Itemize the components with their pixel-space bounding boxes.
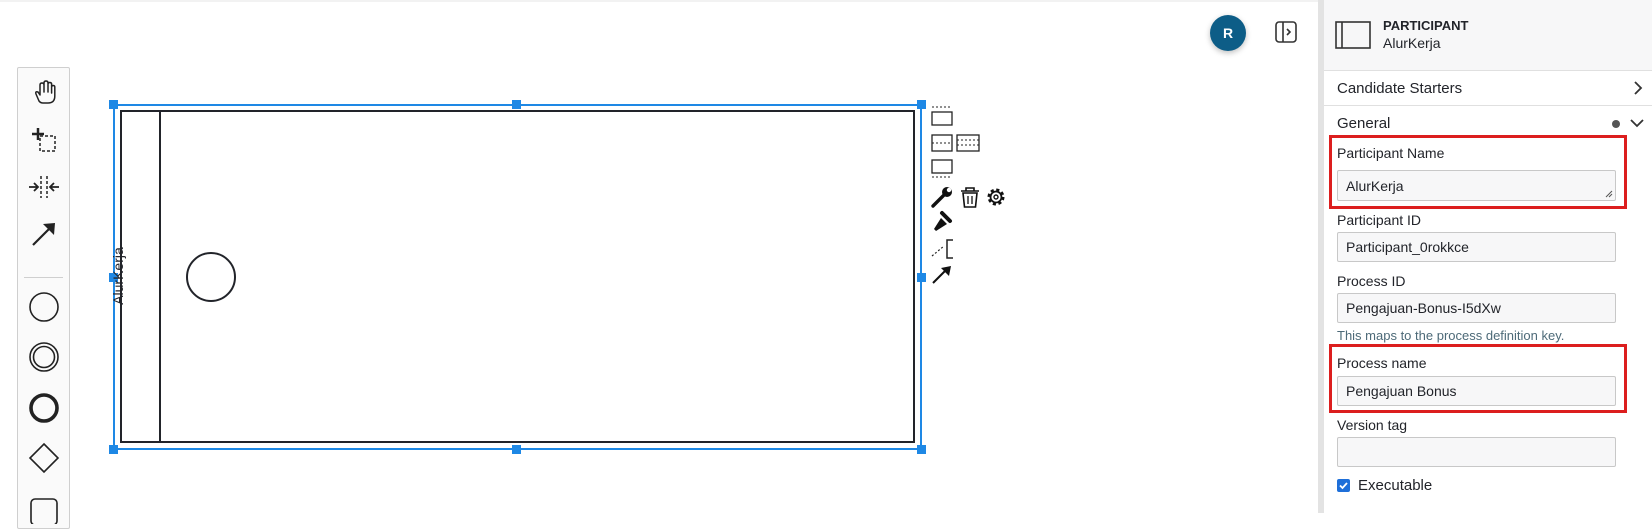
text-annotation-icon[interactable] [931, 239, 953, 259]
checkbox-checked-icon[interactable] [1337, 479, 1350, 492]
element-type-label: PARTICIPANT [1383, 18, 1469, 33]
data-marker-dot [1612, 120, 1620, 128]
executable-label: Executable [1358, 477, 1433, 494]
lane-insert-below-icon[interactable] [931, 159, 953, 178]
lane-divide-three-icon[interactable] [956, 134, 980, 152]
version-tag-input[interactable] [1337, 437, 1616, 467]
connect-arrow-icon[interactable] [932, 266, 951, 284]
participant-pool[interactable] [120, 110, 915, 443]
process-id-label: Process ID [1337, 273, 1406, 289]
participant-icon [1335, 21, 1371, 54]
resize-grip-icon[interactable] [1605, 190, 1613, 198]
participant-id-label: Participant ID [1337, 212, 1422, 228]
color-brush-icon[interactable] [934, 211, 952, 231]
lane-insert-above-icon[interactable] [931, 106, 953, 126]
process-name-input[interactable] [1337, 376, 1616, 406]
participant-id-input[interactable] [1337, 232, 1616, 262]
chevron-down-icon [1630, 116, 1644, 134]
properties-panel: PARTICIPANT AlurKerja Candidate Starters… [1324, 0, 1652, 513]
group-general[interactable]: General [1324, 106, 1652, 140]
version-tag-label: Version tag [1337, 417, 1408, 433]
chevron-right-icon [1632, 81, 1644, 100]
process-id-input[interactable] [1337, 293, 1616, 323]
element-name-label: AlurKerja [1383, 35, 1441, 51]
group-label: General [1337, 115, 1391, 132]
process-id-hint: This maps to the process definition key. [1337, 328, 1565, 343]
diagram-svg [109, 100, 1005, 454]
bpmn-canvas[interactable]: AlurKerja R [0, 0, 1318, 529]
properties-header: PARTICIPANT AlurKerja [1324, 0, 1652, 71]
executable-checkbox[interactable]: Executable [1337, 477, 1432, 494]
participant-name-textarea[interactable]: AlurKerja [1337, 170, 1616, 201]
delete-trash-icon[interactable] [961, 187, 979, 208]
lane-divide-two-icon[interactable] [931, 134, 953, 152]
process-name-label: Process name [1337, 355, 1427, 371]
panel-toggle-icon[interactable] [1274, 20, 1298, 44]
change-type-wrench-icon[interactable] [931, 187, 952, 208]
group-label: Candidate Starters [1337, 80, 1463, 97]
settings-gear-icon[interactable] [987, 188, 1005, 206]
user-avatar[interactable]: R [1210, 15, 1246, 51]
participant-name-label: Participant Name [1337, 145, 1445, 161]
group-candidate-starters[interactable]: Candidate Starters [1324, 71, 1652, 106]
pool-name-label: AlurKerja [110, 247, 126, 305]
start-event[interactable] [186, 252, 236, 302]
